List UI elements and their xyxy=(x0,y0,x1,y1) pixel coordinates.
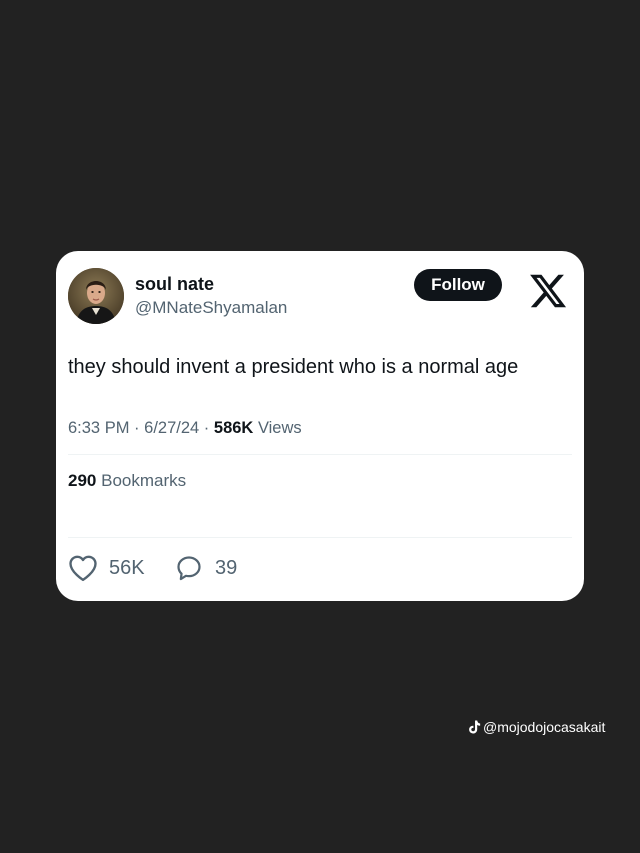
views-count: 586K xyxy=(213,419,254,437)
divider xyxy=(68,537,572,538)
like-count: 56K xyxy=(109,556,145,579)
meta-separator: · xyxy=(134,419,140,437)
divider xyxy=(68,454,572,455)
bookmarks-count: 290 xyxy=(68,471,97,490)
x-logo-icon xyxy=(527,271,569,311)
tweet-date[interactable]: 6/27/24 xyxy=(144,419,199,437)
speech-bubble-icon xyxy=(177,556,201,581)
heart-icon xyxy=(69,555,97,582)
display-name[interactable]: soul nate xyxy=(135,274,214,295)
avatar[interactable] xyxy=(68,268,124,324)
tweet-card: soul nate @MNateShyamalan Follow they sh… xyxy=(56,251,584,601)
like-button[interactable]: 56K xyxy=(68,554,145,582)
avatar-portrait-icon xyxy=(68,268,124,324)
tweet-meta: 6:33 PM · 6/27/24 · 586K Views xyxy=(68,419,302,438)
bookmarks-label: Bookmarks xyxy=(101,471,187,490)
tweet-text: they should invent a president who is a … xyxy=(68,356,519,378)
follow-button[interactable]: Follow xyxy=(414,269,502,301)
reply-count: 39 xyxy=(215,556,238,579)
bookmarks-stat[interactable]: 290 Bookmarks xyxy=(68,471,186,491)
reply-button[interactable]: 39 xyxy=(174,554,237,582)
watermark: @mojodojocasakait xyxy=(468,719,605,735)
watermark-handle: @mojodojocasakait xyxy=(483,719,606,735)
user-handle[interactable]: @MNateShyamalan xyxy=(135,298,287,318)
tweet-time[interactable]: 6:33 PM xyxy=(68,419,129,437)
meta-separator: · xyxy=(203,419,210,437)
views-label: Views xyxy=(257,419,302,437)
tiktok-icon xyxy=(469,720,481,734)
